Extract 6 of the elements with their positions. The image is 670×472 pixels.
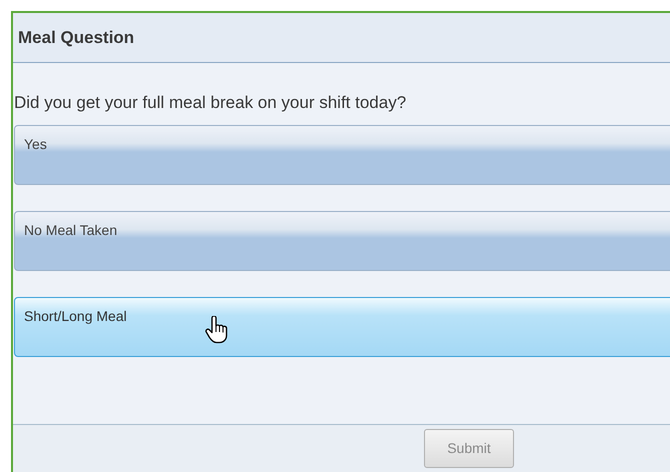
option-button[interactable]: Short/Long Meal — [14, 296, 670, 356]
option-button[interactable]: Yes — [14, 124, 670, 184]
option-button[interactable]: No Meal Taken — [14, 210, 670, 270]
hand-cursor-icon — [205, 316, 229, 344]
panel-title: Meal Question — [18, 26, 134, 49]
question-text: Did you get your full meal break on your shift today? — [14, 92, 408, 114]
